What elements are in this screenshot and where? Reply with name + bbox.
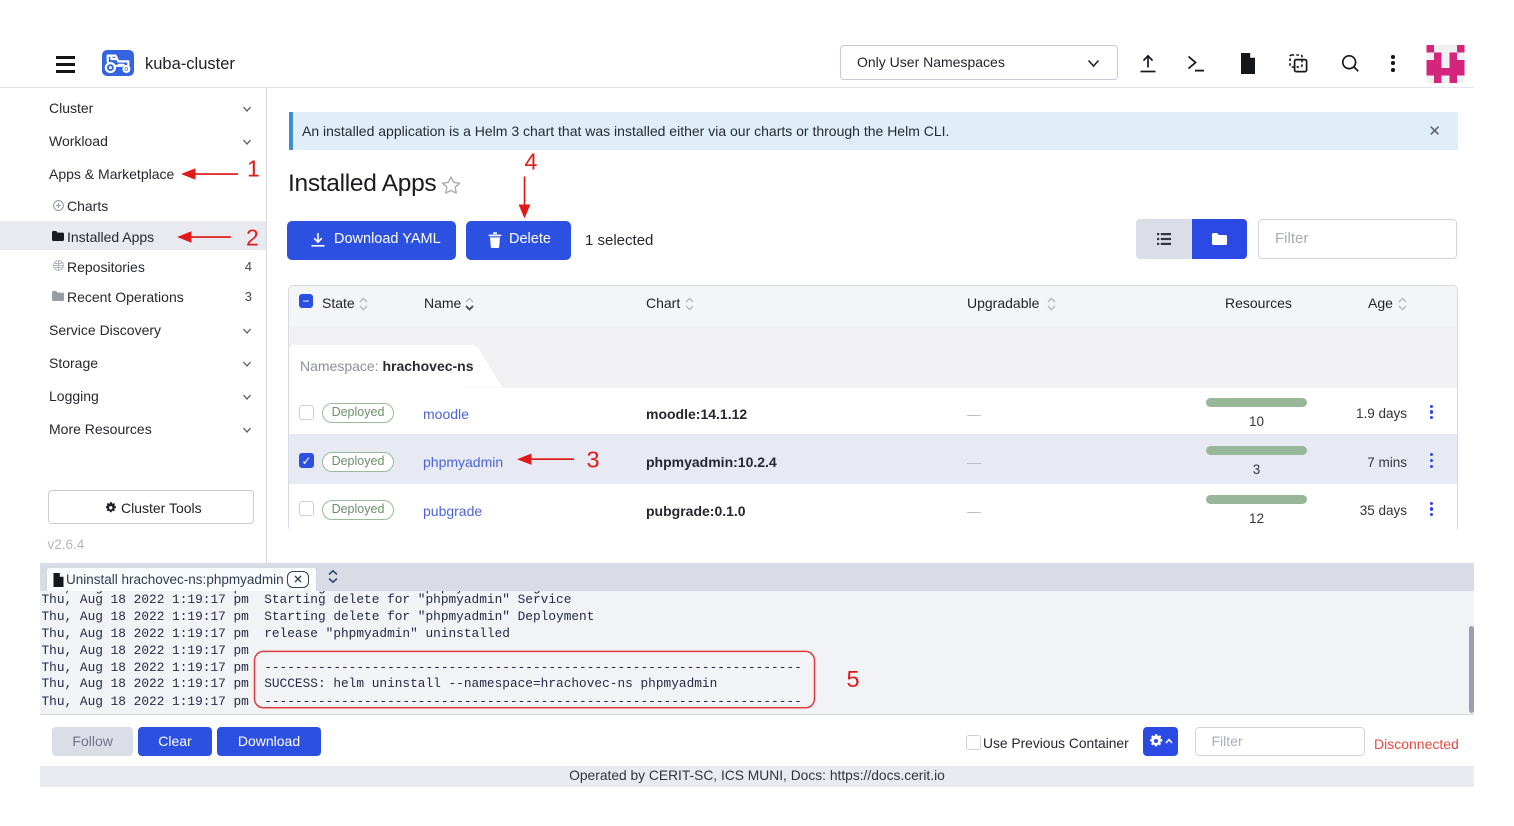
svg-text:4: 4 <box>525 149 538 175</box>
